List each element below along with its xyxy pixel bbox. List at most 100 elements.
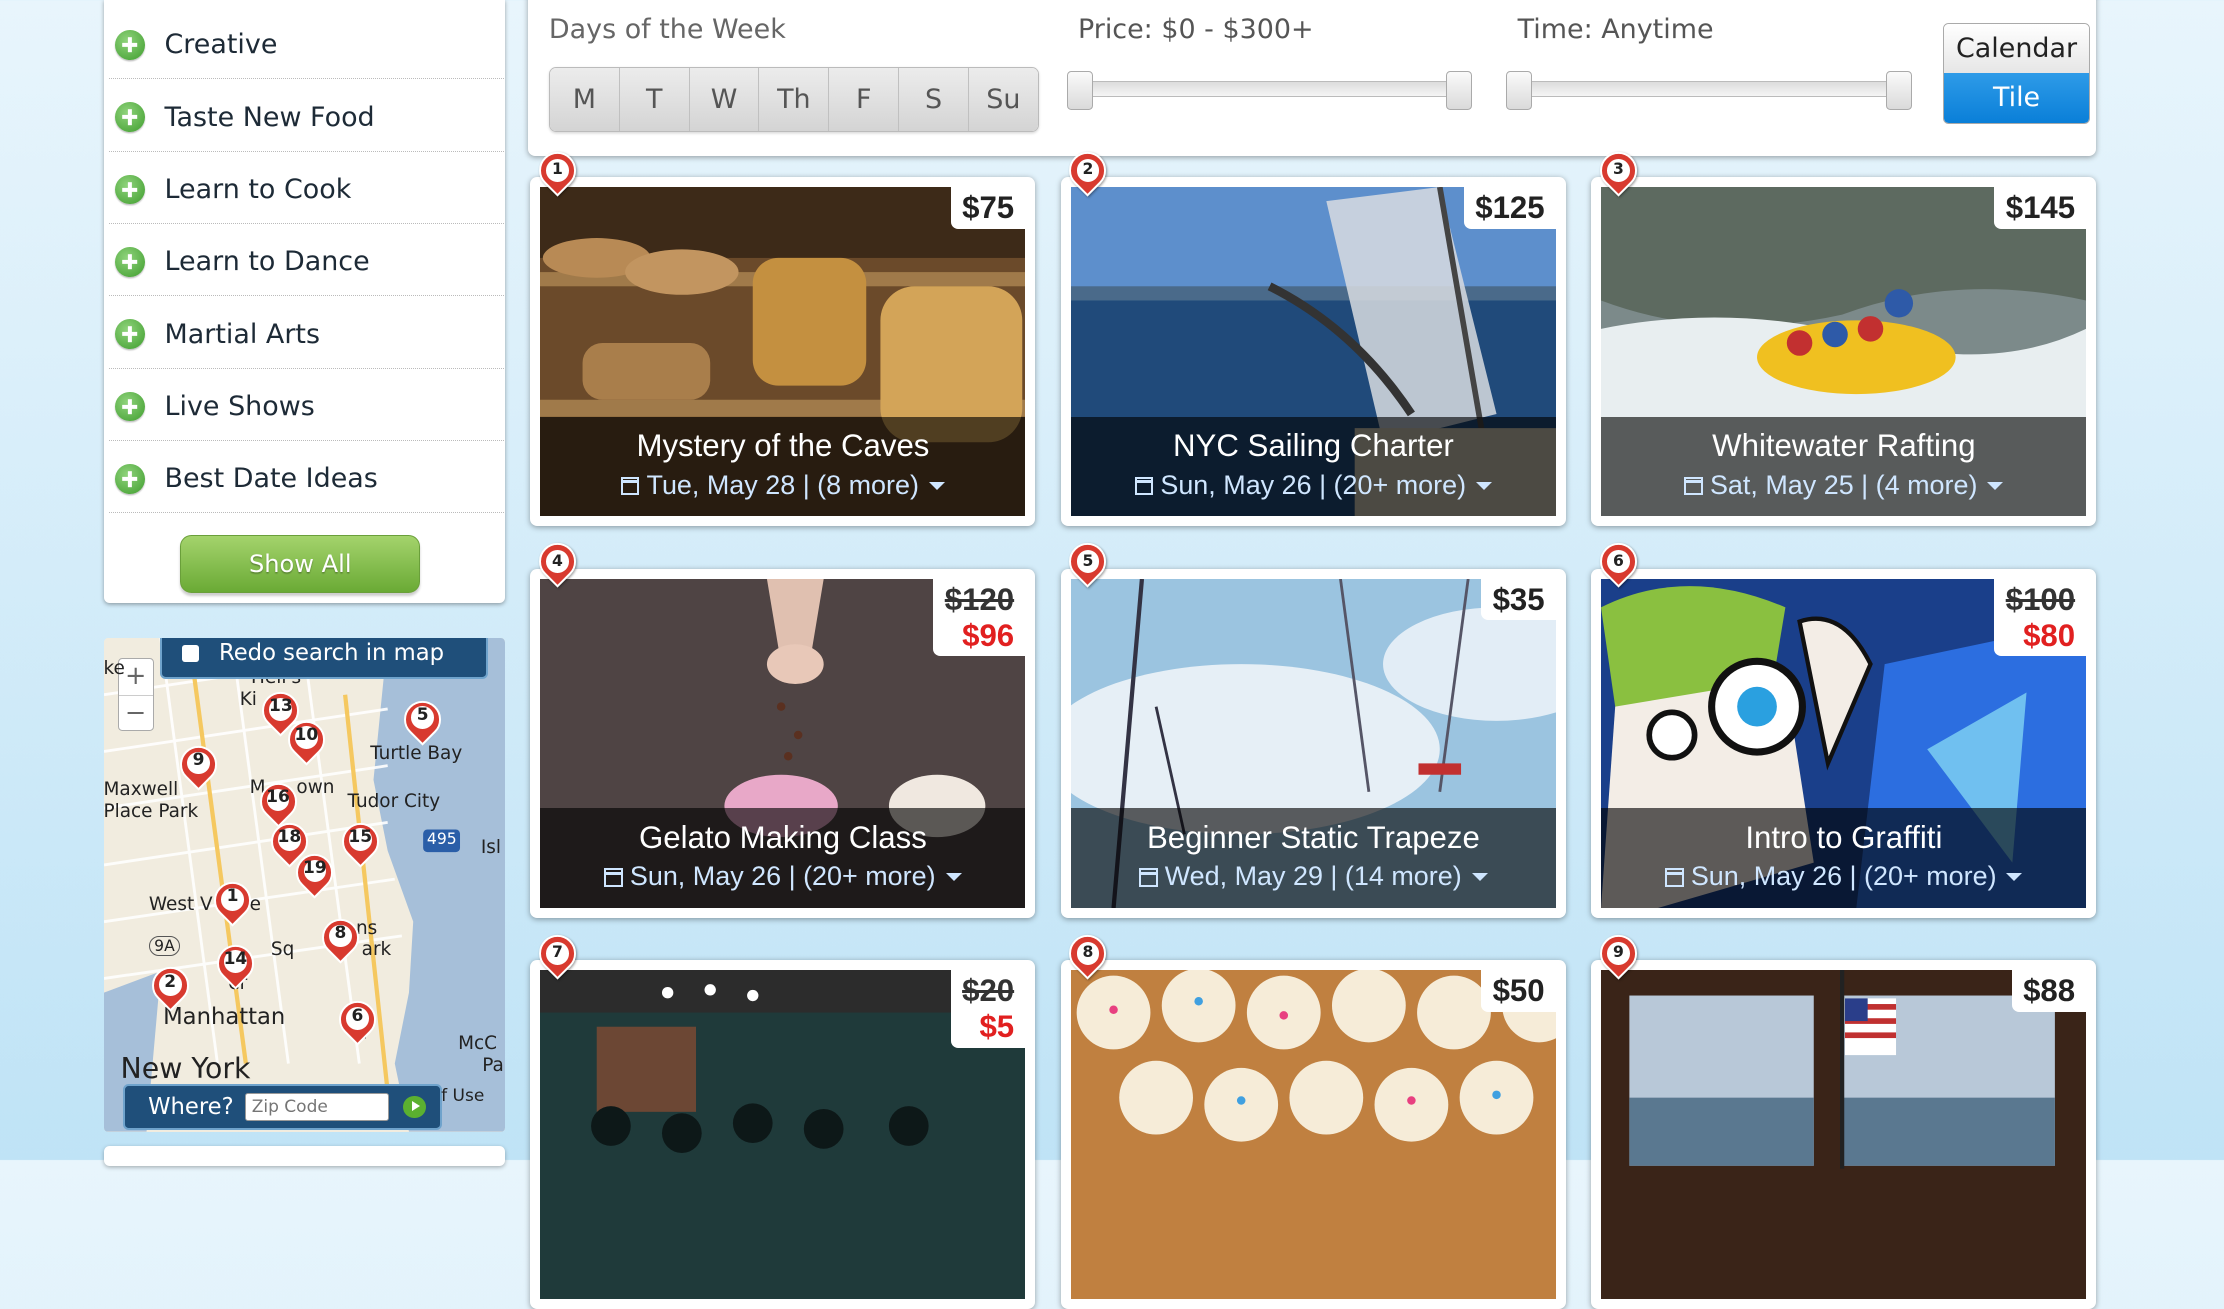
sale-price: $80 xyxy=(2023,617,2076,653)
zip-code-input[interactable] xyxy=(245,1093,389,1121)
price-tag: $50 xyxy=(1481,970,1556,1012)
map-label: Place Park xyxy=(103,801,199,823)
sale-price: $96 xyxy=(962,617,1015,653)
tile-pin-marker: 7 xyxy=(531,927,584,986)
time-slider-min-handle[interactable] xyxy=(1506,70,1533,110)
category-taste-new-food[interactable]: Taste New Food xyxy=(109,84,504,152)
redo-search-checkbox[interactable] xyxy=(182,644,200,662)
activity-date: Sat, May 25 | (4 more) xyxy=(1709,470,1978,501)
tile-pin-number: 6 xyxy=(1612,551,1624,570)
price-tag: $88 xyxy=(2011,970,2087,1012)
price: $125 xyxy=(1475,190,1545,226)
price-slider-max-handle[interactable] xyxy=(1446,70,1473,110)
activity-tile[interactable]: Intro to Graffiti Sun, May 26 | (20+ mor… xyxy=(1591,535,2097,918)
day-sunday[interactable]: Su xyxy=(968,67,1038,132)
time-slider[interactable] xyxy=(1506,70,1912,110)
activity-date-dropdown[interactable]: Sat, May 25 | (4 more) xyxy=(1601,470,2086,501)
plus-icon xyxy=(114,464,145,494)
map-pin[interactable]: 10 xyxy=(280,712,333,766)
category-creative[interactable]: Creative xyxy=(109,11,504,80)
calendar-icon xyxy=(620,476,640,496)
day-saturday[interactable]: S xyxy=(899,67,969,132)
tile-pin-number: 4 xyxy=(551,551,563,570)
category-best-date-ideas[interactable]: Best Date Ideas xyxy=(109,445,504,514)
day-wednesday[interactable]: W xyxy=(689,67,760,132)
day-tuesday[interactable]: T xyxy=(619,67,690,132)
category-label: Live Shows xyxy=(164,391,315,423)
activity-image: Beginner Static Trapeze Wed, May 29 | (1… xyxy=(1070,578,1556,908)
tile-caption: Mystery of the Caves Tue, May 28 | (8 mo… xyxy=(540,417,1026,517)
map-pin[interactable]: 5 xyxy=(396,693,449,746)
activity-tile[interactable]: $20 $5 7 xyxy=(530,927,1036,1309)
activity-tile[interactable]: Mystery of the Caves Tue, May 28 | (8 mo… xyxy=(530,144,1036,527)
tile-view-button[interactable]: Tile xyxy=(1944,73,2089,123)
tile-pin-number: 5 xyxy=(1082,551,1094,570)
map[interactable]: + − ke Hell's Ki Turtle Bay Maxwell Plac… xyxy=(103,638,505,1132)
where-search-box: Where? xyxy=(123,1083,443,1131)
activity-date-dropdown[interactable]: Sun, May 26 | (20+ more) xyxy=(1601,861,2086,892)
activity-tile[interactable]: Gelato Making Class Sun, May 26 | (20+ m… xyxy=(530,535,1036,918)
category-martial-arts[interactable]: Martial Arts xyxy=(109,301,504,369)
map-pin[interactable]: 9 xyxy=(172,738,225,791)
price-tag: $100 $80 xyxy=(1994,578,2087,657)
price-filter-label: Price: $0 - $300+ xyxy=(1077,14,1314,46)
zoom-out-icon[interactable]: − xyxy=(119,696,153,731)
activity-date-dropdown[interactable]: Sun, May 26 | (20+ more) xyxy=(1071,470,1556,501)
map-label: Sq xyxy=(270,938,295,960)
price-tag: $125 xyxy=(1463,187,1556,229)
map-label: ark xyxy=(361,938,392,960)
activity-date-dropdown[interactable]: Sun, May 26 | (20+ more) xyxy=(540,861,1025,892)
time-slider-max-handle[interactable] xyxy=(1885,70,1912,110)
activity-tile[interactable]: NYC Sailing Charter Sun, May 26 | (20+ m… xyxy=(1060,144,1566,527)
activity-title: Whitewater Rafting xyxy=(1712,428,1976,464)
activity-date: Wed, May 29 | (14 more) xyxy=(1164,861,1462,892)
tile-caption: Gelato Making Class Sun, May 26 | (20+ m… xyxy=(540,808,1026,908)
price-slider[interactable] xyxy=(1066,70,1473,110)
category-label: Best Date Ideas xyxy=(164,463,378,495)
map-pin[interactable]: 15 xyxy=(334,815,387,868)
activity-tile[interactable]: Whitewater Rafting Sat, May 25 | (4 more… xyxy=(1591,144,2097,527)
go-arrow-icon[interactable] xyxy=(403,1095,426,1119)
time-filter-label: Time: Anytime xyxy=(1517,14,1714,46)
category-panel: Creative Taste New Food Learn to Cook Le… xyxy=(103,0,505,603)
activity-tile[interactable]: $88 9 xyxy=(1591,927,2097,1309)
day-thursday[interactable]: Th xyxy=(759,67,830,132)
category-label: Learn to Dance xyxy=(164,246,370,278)
activity-date-dropdown[interactable]: Tue, May 28 | (8 more) xyxy=(540,470,1025,501)
day-monday[interactable]: M xyxy=(549,67,620,132)
terms-of-use-link[interactable]: f Use xyxy=(441,1086,484,1106)
activity-tile[interactable]: $50 8 xyxy=(1060,927,1566,1309)
map-pin[interactable]: 14 xyxy=(209,936,262,990)
map-label: West V xyxy=(148,893,213,915)
map-pin[interactable]: 1 xyxy=(206,874,259,927)
calendar-view-button[interactable]: Calendar xyxy=(1944,23,2089,74)
caret-down-icon xyxy=(1471,873,1488,881)
map-pin[interactable]: 16 xyxy=(251,775,305,828)
redo-search-toggle[interactable]: Redo search in map xyxy=(160,638,488,680)
activity-image: Whitewater Rafting Sat, May 25 | (4 more… xyxy=(1601,187,2087,517)
category-live-shows[interactable]: Live Shows xyxy=(109,373,504,442)
map-pin[interactable]: 2 xyxy=(144,959,197,1012)
plus-icon xyxy=(114,102,145,133)
map-label: Tudor City xyxy=(347,791,441,813)
tile-caption: Beginner Static Trapeze Wed, May 29 | (1… xyxy=(1070,808,1556,908)
calendar-icon xyxy=(1134,476,1154,496)
plus-icon xyxy=(114,29,145,60)
sidebar-bottom-panel xyxy=(103,1146,505,1166)
where-label: Where? xyxy=(148,1093,234,1120)
caret-down-icon xyxy=(945,873,962,881)
map-pin[interactable]: 6 xyxy=(331,993,384,1046)
category-learn-to-dance[interactable]: Learn to Dance xyxy=(109,228,504,297)
map-label: Maxwell xyxy=(103,778,179,800)
map-pin[interactable]: 8 xyxy=(314,911,367,964)
map-pin[interactable]: 19 xyxy=(288,846,341,899)
tile-pin-marker: 1 xyxy=(531,144,584,203)
show-all-button[interactable]: Show All xyxy=(180,534,421,594)
price-slider-min-handle[interactable] xyxy=(1066,70,1093,110)
activity-date-dropdown[interactable]: Wed, May 29 | (14 more) xyxy=(1071,861,1556,892)
map-label: Manhattan xyxy=(163,1004,286,1031)
category-learn-to-cook[interactable]: Learn to Cook xyxy=(109,156,504,225)
day-friday[interactable]: F xyxy=(829,67,900,132)
map-label: e xyxy=(249,893,261,915)
activity-tile[interactable]: Beginner Static Trapeze Wed, May 29 | (1… xyxy=(1060,535,1566,918)
